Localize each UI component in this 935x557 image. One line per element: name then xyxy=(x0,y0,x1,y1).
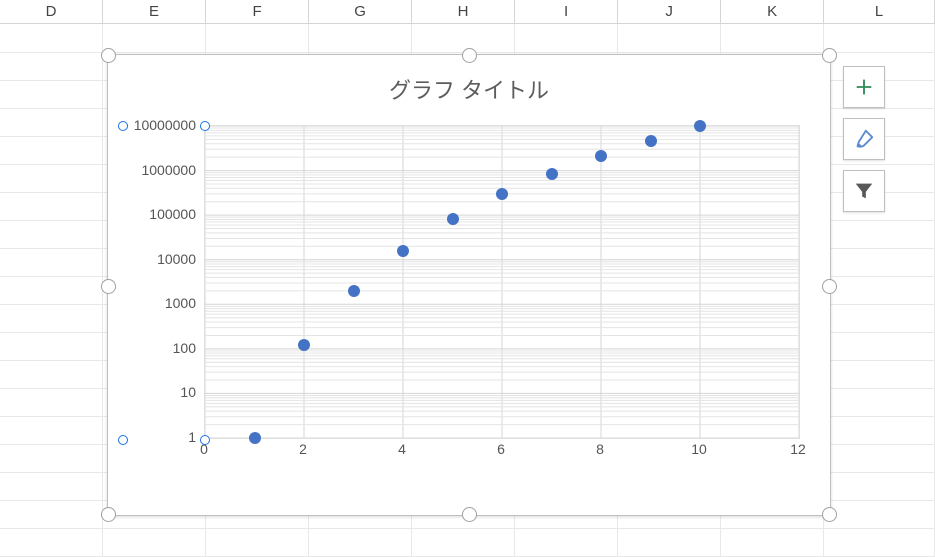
column-header-F[interactable]: F xyxy=(206,0,309,24)
y-tick-label: 100 xyxy=(173,340,196,356)
chart-elements-button[interactable] xyxy=(843,66,885,108)
data-point[interactable] xyxy=(546,168,558,180)
embedded-chart[interactable]: グラフ タイトル 1 10 100 1000 10000 100000 1000000 100… xyxy=(107,54,831,516)
chart-filters-button[interactable] xyxy=(843,170,885,212)
column-header-D[interactable]: D xyxy=(0,0,103,24)
resize-handle-nw[interactable] xyxy=(101,48,116,63)
x-tick-label: 6 xyxy=(497,441,505,457)
data-point[interactable] xyxy=(348,285,360,297)
y-tick-label: 10 xyxy=(180,384,196,400)
data-point[interactable] xyxy=(447,213,459,225)
column-header-J[interactable]: J xyxy=(618,0,721,24)
x-tick-label: 2 xyxy=(299,441,307,457)
column-headers: DEFGHIJKL xyxy=(0,0,935,24)
axis-sel-handle[interactable] xyxy=(200,121,210,131)
y-tick-label: 10000000 xyxy=(134,117,196,133)
y-tick-label: 10000 xyxy=(157,251,196,267)
plot-area[interactable] xyxy=(204,125,800,439)
y-tick-label: 1000 xyxy=(165,295,196,311)
resize-handle-e[interactable] xyxy=(822,279,837,294)
paintbrush-icon xyxy=(853,128,875,150)
funnel-icon xyxy=(853,180,875,202)
y-tick-label: 1 xyxy=(188,429,196,445)
resize-handle-se[interactable] xyxy=(822,507,837,522)
axis-sel-handle[interactable] xyxy=(200,435,210,445)
resize-handle-ne[interactable] xyxy=(822,48,837,63)
x-tick-label: 12 xyxy=(790,441,806,457)
resize-handle-s[interactable] xyxy=(462,507,477,522)
x-tick-label: 10 xyxy=(691,441,707,457)
chart-title[interactable]: グラフ タイトル xyxy=(108,73,830,105)
column-header-E[interactable]: E xyxy=(103,0,206,24)
y-axis[interactable]: 110100100010000100000100000010000000 xyxy=(108,125,200,437)
x-tick-label: 8 xyxy=(596,441,604,457)
resize-handle-n[interactable] xyxy=(462,48,477,63)
y-tick-label: 100000 xyxy=(149,206,196,222)
plot-svg xyxy=(205,126,799,438)
data-point[interactable] xyxy=(694,120,706,132)
chart-styles-button[interactable] xyxy=(843,118,885,160)
data-point[interactable] xyxy=(397,245,409,257)
plus-icon xyxy=(853,76,875,98)
x-tick-label: 4 xyxy=(398,441,406,457)
data-point[interactable] xyxy=(595,150,607,162)
y-tick-label: 1000000 xyxy=(141,162,196,178)
data-point[interactable] xyxy=(645,135,657,147)
axis-sel-handle[interactable] xyxy=(118,121,128,131)
column-header-L[interactable]: L xyxy=(824,0,935,24)
column-header-H[interactable]: H xyxy=(412,0,515,24)
column-header-G[interactable]: G xyxy=(309,0,412,24)
column-header-K[interactable]: K xyxy=(721,0,824,24)
x-axis[interactable]: 024681012 xyxy=(204,441,798,465)
resize-handle-sw[interactable] xyxy=(101,507,116,522)
axis-sel-handle[interactable] xyxy=(118,435,128,445)
column-header-I[interactable]: I xyxy=(515,0,618,24)
data-point[interactable] xyxy=(496,188,508,200)
data-point[interactable] xyxy=(298,339,310,351)
resize-handle-w[interactable] xyxy=(101,279,116,294)
